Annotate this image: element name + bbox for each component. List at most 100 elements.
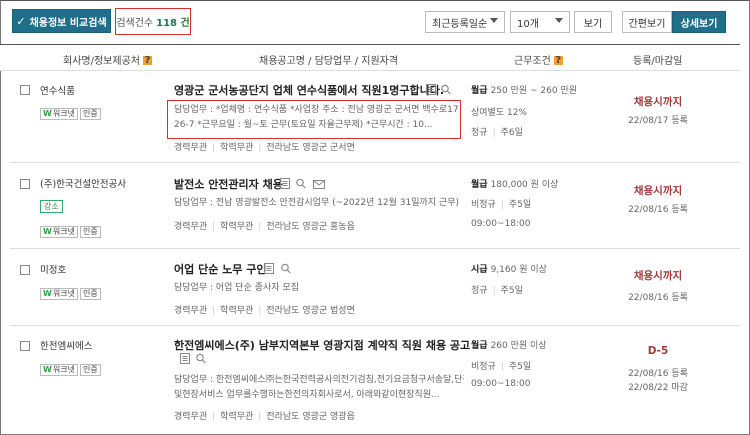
- document-icon[interactable]: [180, 353, 190, 364]
- separator: |: [258, 412, 262, 422]
- wage-type: 시급: [471, 265, 488, 275]
- deadline-status: 채용시까지: [633, 185, 683, 197]
- col-posting: 채용공고명 / 담당업무 / 지원자격: [259, 56, 399, 67]
- per-page-select-value: 10개: [517, 18, 539, 30]
- register-date: 22/08/17 등록: [628, 116, 688, 126]
- document-icon[interactable]: [426, 84, 436, 95]
- help-icon[interactable]: ?: [142, 56, 152, 66]
- job-description-line2: 26-7 *근무요일 : 월~토 근무(토요일 자율근무제) *근무시간 : 1…: [174, 120, 433, 130]
- work-days: 주5일: [508, 362, 532, 372]
- search-icon[interactable]: [296, 178, 306, 189]
- worknet-badge: W 워크넷: [40, 288, 78, 300]
- wage: 월급 180,000 원 이상: [471, 177, 558, 190]
- row-checkbox[interactable]: [20, 85, 30, 95]
- education-req: 학력무관: [220, 306, 254, 316]
- job-meta: 경력무관 | 학력무관 | 전라남도 영광군 영광읍: [174, 409, 355, 422]
- job-title[interactable]: 한전엠씨에스(주) 남부지역본부 영광지점 계약직 직원 채용 공고: [174, 337, 470, 353]
- job-meta: 경력무관 | 학력무관 | 전라남도 영광군 홍농읍: [174, 219, 355, 232]
- employment-info: 비정규 | 주5일: [471, 197, 531, 210]
- search-icon[interactable]: [441, 84, 451, 95]
- detail-view-button[interactable]: 상세보기: [672, 11, 726, 33]
- wage: 시급 9,160 원 이상: [471, 262, 547, 275]
- search-icon[interactable]: [196, 353, 206, 364]
- view-button[interactable]: 보기: [574, 11, 612, 33]
- wage-amount: 9,160 원 이상: [490, 265, 547, 275]
- worknet-icon: W: [43, 289, 52, 298]
- job-title[interactable]: 영광군 군서농공단지 업체 연수식품에서 직원1명구합니다.: [174, 82, 444, 98]
- worknet-label: 워크넷: [52, 227, 75, 236]
- search-count: 검색건수 118 건: [115, 8, 191, 35]
- job-meta: 경력무관 | 학력무관 | 전라남도 영광군 법성면: [174, 303, 355, 316]
- close-date: 22/08/22 마감: [628, 383, 688, 393]
- company-name[interactable]: 미정호: [40, 262, 66, 276]
- separator: |: [212, 143, 216, 153]
- worknet-badge: W 워크넷: [40, 364, 78, 376]
- employment-type: 정규: [471, 128, 488, 138]
- row-divider: [10, 325, 740, 326]
- work-days: 주5일: [508, 200, 532, 210]
- company-tag: 강소: [40, 200, 63, 213]
- deadline-status: D-5: [647, 345, 669, 357]
- separator: |: [258, 143, 262, 153]
- wage: 월급 260 만원 이상: [471, 338, 547, 351]
- job-description-line2: 및현장서비스 업무를수행하는한전의자회사로서, 아래와같이현장직원...: [174, 390, 440, 400]
- sort-select[interactable]: 최근등록일순: [425, 11, 505, 33]
- work-hours: 09:00~18:00: [471, 219, 531, 229]
- company-name[interactable]: 한전엠씨에스: [40, 338, 92, 352]
- wage-type: 월급: [471, 341, 488, 351]
- job-description-line1: 담당업무 : 전남 영광발전소 안전감시업무 (~2022년 12월 31일까지…: [174, 198, 460, 208]
- career-req: 경력무관: [174, 222, 208, 232]
- education-req: 학력무관: [220, 143, 254, 153]
- sort-select-value: 최근등록일순: [432, 18, 488, 30]
- employment-info: 정규 | 주6일: [471, 125, 523, 138]
- separator: |: [258, 222, 262, 232]
- compare-search-button[interactable]: ✓ 채용정보 비교검색: [12, 9, 111, 33]
- work-days: 주5일: [500, 286, 523, 296]
- job-title[interactable]: 어업 단순 노무 구인: [174, 261, 266, 277]
- register-date: 22/08/16 등록: [628, 293, 688, 303]
- col-company-label: 회사명/정보제공처: [63, 56, 140, 67]
- career-req: 경력무관: [174, 306, 208, 316]
- employment-info: 비정규 | 주5일: [471, 359, 531, 372]
- row-checkbox[interactable]: [20, 341, 30, 351]
- company-name[interactable]: (주)한국건설안전공사: [40, 176, 126, 190]
- wage-amount: 180,000 원 이상: [490, 180, 559, 190]
- job-location: 전라남도 영광군 영광읍: [266, 412, 355, 422]
- search-icon[interactable]: [281, 263, 291, 274]
- career-req: 경력무관: [174, 143, 208, 153]
- worknet-badge: W 워크넷: [40, 108, 78, 120]
- help-icon[interactable]: ?: [553, 56, 563, 66]
- document-icon[interactable]: [264, 263, 274, 274]
- row-checkbox[interactable]: [20, 265, 30, 275]
- mail-icon[interactable]: [313, 178, 325, 189]
- education-req: 학력무관: [220, 222, 254, 232]
- row-checkbox[interactable]: [20, 179, 30, 189]
- separator: |: [500, 362, 504, 372]
- separator: |: [258, 306, 262, 316]
- cert-badge: 인증: [80, 108, 101, 120]
- document-icon[interactable]: [280, 178, 290, 189]
- separator: |: [212, 306, 216, 316]
- company-name[interactable]: 연수식품: [40, 83, 75, 97]
- worknet-icon: W: [43, 365, 52, 374]
- career-req: 경력무관: [174, 412, 208, 422]
- employment-type: 비정규: [471, 200, 496, 210]
- wage-amount: 250 만원 ~ 260 만원: [490, 86, 578, 96]
- cert-badge: 인증: [80, 364, 101, 376]
- col-company: 회사명/정보제공처?: [63, 52, 152, 67]
- chevron-down-icon: [490, 18, 498, 23]
- job-description-line1: 담당업무 : 어업 단순 종사자 모집: [174, 283, 299, 293]
- job-description-line1: 담당업무 : 한전엠씨에스㈜는한국전력공사의전기검침,전기요금청구서송달,단전: [174, 375, 464, 385]
- separator: |: [500, 200, 504, 210]
- simple-view-button[interactable]: 간편보기: [622, 11, 672, 33]
- worknet-label: 워크넷: [52, 289, 75, 298]
- wage: 월급 250 만원 ~ 260 만원: [471, 83, 577, 96]
- separator: |: [492, 128, 496, 138]
- per-page-select[interactable]: 10개: [510, 11, 570, 33]
- deadline-status: 채용시까지: [633, 270, 683, 282]
- job-title[interactable]: 발전소 안전관리자 채용: [174, 176, 283, 192]
- work-hours: 09:00~18:00: [471, 379, 531, 389]
- deadline-status: 채용시까지: [633, 96, 683, 108]
- wage-amount: 260 만원 이상: [490, 341, 547, 351]
- wage-extra: 상여별도 12%: [471, 108, 527, 118]
